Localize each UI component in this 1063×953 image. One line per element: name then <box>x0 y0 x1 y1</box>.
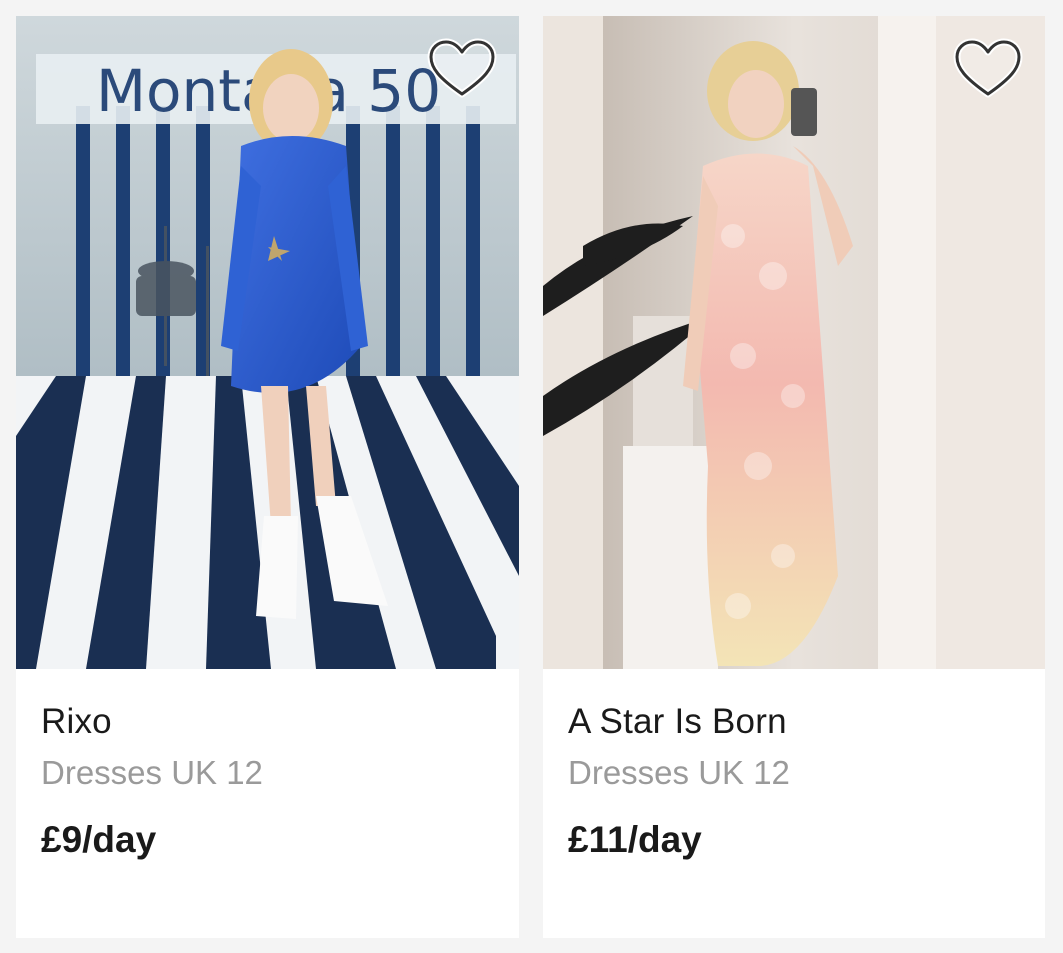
listing-category: Dresses UK 12 <box>41 754 263 791</box>
listing-category: Dresses UK 12 <box>568 754 790 791</box>
listing-grid: Montana 50 Rixo Dresses UK 12 £9/day A S… <box>0 0 1063 953</box>
listing-price: £11/day <box>568 819 702 860</box>
listing-photo[interactable]: Montana 50 <box>16 16 519 669</box>
listing-card[interactable]: A Star Is Born Dresses UK 12 £11/day <box>543 16 1045 938</box>
listing-photo-rixo: Montana 50 <box>16 16 519 669</box>
listing-price: £9/day <box>41 819 157 860</box>
heart-outline-icon <box>427 38 497 98</box>
listing-photo-a-star-is-born <box>543 16 1045 669</box>
heart-outline-icon <box>953 38 1023 98</box>
listing-title[interactable]: Rixo <box>41 702 112 742</box>
listing-photo[interactable] <box>543 16 1045 669</box>
listing-card[interactable]: Montana 50 Rixo Dresses UK 12 £9/day <box>16 16 519 938</box>
favorite-button[interactable] <box>953 38 1023 100</box>
favorite-button[interactable] <box>427 38 497 100</box>
listing-title[interactable]: A Star Is Born <box>568 702 787 742</box>
